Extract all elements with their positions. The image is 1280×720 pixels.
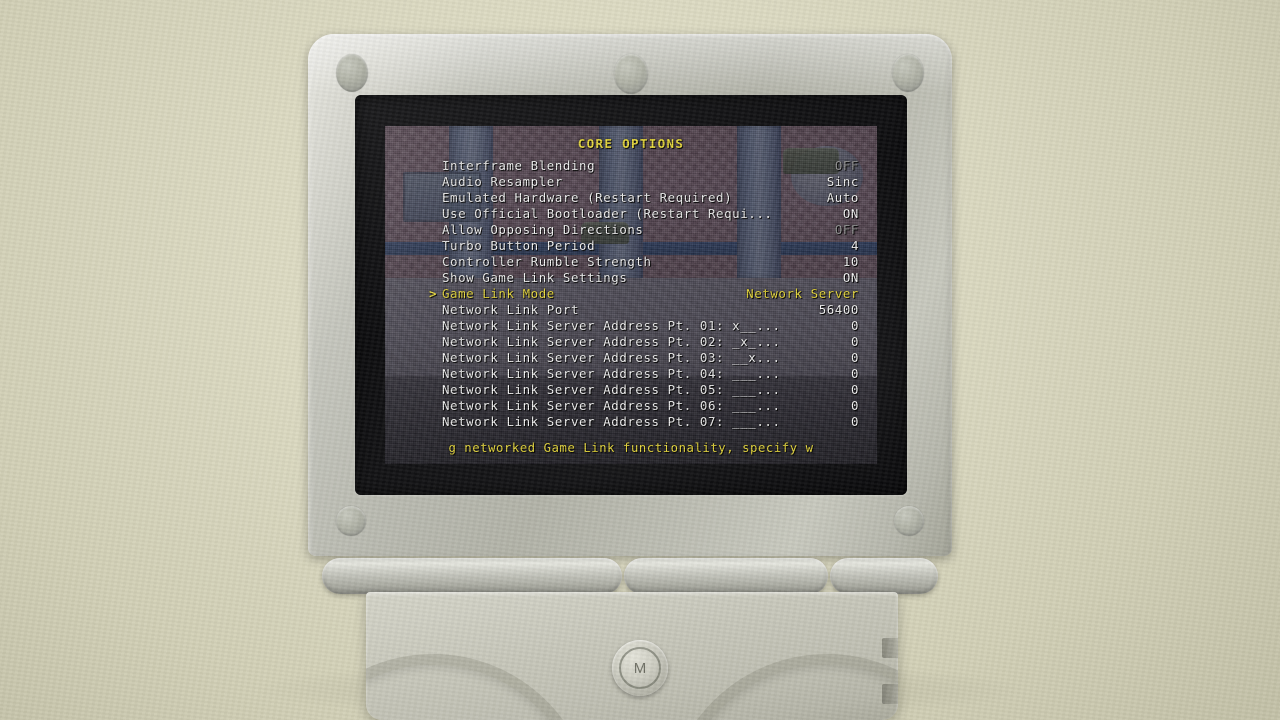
- menu-row-label: Network Link Server Address Pt. 01: x__.…: [442, 318, 781, 333]
- menu-row-label: Network Link Server Address Pt. 04: ___.…: [442, 366, 781, 381]
- menu-row-value[interactable]: 0: [851, 398, 859, 414]
- menu-row[interactable]: Turbo Button Period 4: [385, 238, 877, 254]
- shoulder-button-notch[interactable]: [882, 638, 898, 658]
- handheld-console: CORE OPTIONS Interframe Blending OFF Audio…: [300, 34, 960, 720]
- menu-row-label: Network Link Server Address Pt. 03: __x.…: [442, 350, 781, 365]
- dpad-recess: [366, 654, 594, 720]
- menu-row-value[interactable]: 0: [851, 366, 859, 382]
- hinge-segment-center: [624, 558, 828, 594]
- menu-row-label: Network Link Server Address Pt. 07: ___.…: [442, 414, 781, 429]
- menu-row[interactable]: Network Link Port 56400: [385, 302, 877, 318]
- menu-m-button[interactable]: M: [612, 640, 668, 696]
- lid-bumper-top-center: [614, 54, 648, 94]
- lcd-screen: CORE OPTIONS Interframe Blending OFF Audio…: [385, 126, 877, 464]
- menu-row[interactable]: Network Link Server Address Pt. 01: x__.…: [385, 318, 877, 334]
- hinge-segment-left: [322, 558, 622, 594]
- menu-row-value[interactable]: ON: [843, 270, 859, 286]
- menu-row[interactable]: Network Link Server Address Pt. 07: ___.…: [385, 414, 877, 430]
- menu-row-value[interactable]: OFF: [835, 222, 859, 238]
- menu-row[interactable]: Show Game Link Settings ON: [385, 270, 877, 286]
- menu-row-label: Audio Resampler: [442, 174, 563, 189]
- menu-row[interactable]: Audio Resampler Sinc: [385, 174, 877, 190]
- menu-row[interactable]: Interframe Blending OFF: [385, 158, 877, 174]
- menu-row-label: Allow Opposing Directions: [442, 222, 644, 237]
- menu-row-value[interactable]: 4: [851, 238, 859, 254]
- lid-bumper-top-right: [892, 54, 924, 92]
- menu-row-value[interactable]: Network Server: [746, 286, 859, 302]
- menu-row[interactable]: Network Link Server Address Pt. 03: __x.…: [385, 350, 877, 366]
- menu-row-label: Network Link Server Address Pt. 06: ___.…: [442, 398, 781, 413]
- menu-row-label: Network Link Port: [442, 302, 580, 317]
- menu-row-label: Show Game Link Settings: [442, 270, 628, 285]
- shoulder-button-notch[interactable]: [882, 684, 898, 704]
- menu-row-label: Controller Rumble Strength: [442, 254, 652, 269]
- lid-bumper-bottom-right: [894, 506, 924, 536]
- menu-row-value[interactable]: 0: [851, 382, 859, 398]
- selection-marker-icon: >: [428, 286, 438, 301]
- console-lower-shell: M: [366, 592, 898, 720]
- core-options-menu: CORE OPTIONS Interframe Blending OFF Audio…: [385, 126, 877, 464]
- menu-footer-help-text: g networked Game Link functionality, spe…: [448, 441, 814, 455]
- menu-row-value[interactable]: 0: [851, 334, 859, 350]
- menu-row[interactable]: > Game Link Mode Network Server: [385, 286, 877, 302]
- m-button-label: M: [619, 647, 661, 689]
- face-buttons-recess: [666, 654, 898, 720]
- screen-bezel: CORE OPTIONS Interframe Blending OFF Audio…: [355, 95, 907, 495]
- menu-row-label: Interframe Blending: [442, 158, 596, 173]
- menu-row-value[interactable]: ON: [843, 206, 859, 222]
- menu-row-list: Interframe Blending OFF Audio Resampler Sin…: [385, 158, 877, 430]
- photo-scene: CORE OPTIONS Interframe Blending OFF Audio…: [0, 0, 1280, 720]
- menu-row-label: Emulated Hardware (Restart Required): [442, 190, 733, 205]
- menu-row[interactable]: Allow Opposing Directions OFF: [385, 222, 877, 238]
- menu-row[interactable]: Use Official Bootloader (Restart Requi..…: [385, 206, 877, 222]
- menu-row-label: Network Link Server Address Pt. 02: _x_.…: [442, 334, 781, 349]
- menu-row-value[interactable]: Auto: [827, 190, 859, 206]
- menu-row-label: Network Link Server Address Pt. 05: ___.…: [442, 382, 781, 397]
- menu-title: CORE OPTIONS: [577, 136, 685, 151]
- menu-row[interactable]: Emulated Hardware (Restart Required) Auto: [385, 190, 877, 206]
- menu-row-value[interactable]: 56400: [819, 302, 859, 318]
- menu-row[interactable]: Network Link Server Address Pt. 04: ___.…: [385, 366, 877, 382]
- menu-row-value[interactable]: 0: [851, 414, 859, 430]
- menu-row[interactable]: Controller Rumble Strength 10: [385, 254, 877, 270]
- menu-row-value[interactable]: 0: [851, 350, 859, 366]
- menu-row-label: Game Link Mode: [442, 286, 555, 301]
- menu-row-value[interactable]: OFF: [835, 158, 859, 174]
- lid-bumper-bottom-left: [336, 506, 366, 536]
- lid-bumper-top-left: [336, 54, 368, 92]
- menu-row[interactable]: Network Link Server Address Pt. 02: _x_.…: [385, 334, 877, 350]
- menu-row-value[interactable]: Sinc: [827, 174, 859, 190]
- console-upper-lid: CORE OPTIONS Interframe Blending OFF Audio…: [308, 34, 952, 556]
- menu-row-label: Use Official Bootloader (Restart Requi..…: [442, 206, 773, 221]
- menu-row[interactable]: Network Link Server Address Pt. 06: ___.…: [385, 398, 877, 414]
- menu-row[interactable]: Network Link Server Address Pt. 05: ___.…: [385, 382, 877, 398]
- menu-row-label: Turbo Button Period: [442, 238, 596, 253]
- menu-row-value[interactable]: 10: [843, 254, 859, 270]
- menu-row-value[interactable]: 0: [851, 318, 859, 334]
- hinge-segment-right: [830, 558, 938, 594]
